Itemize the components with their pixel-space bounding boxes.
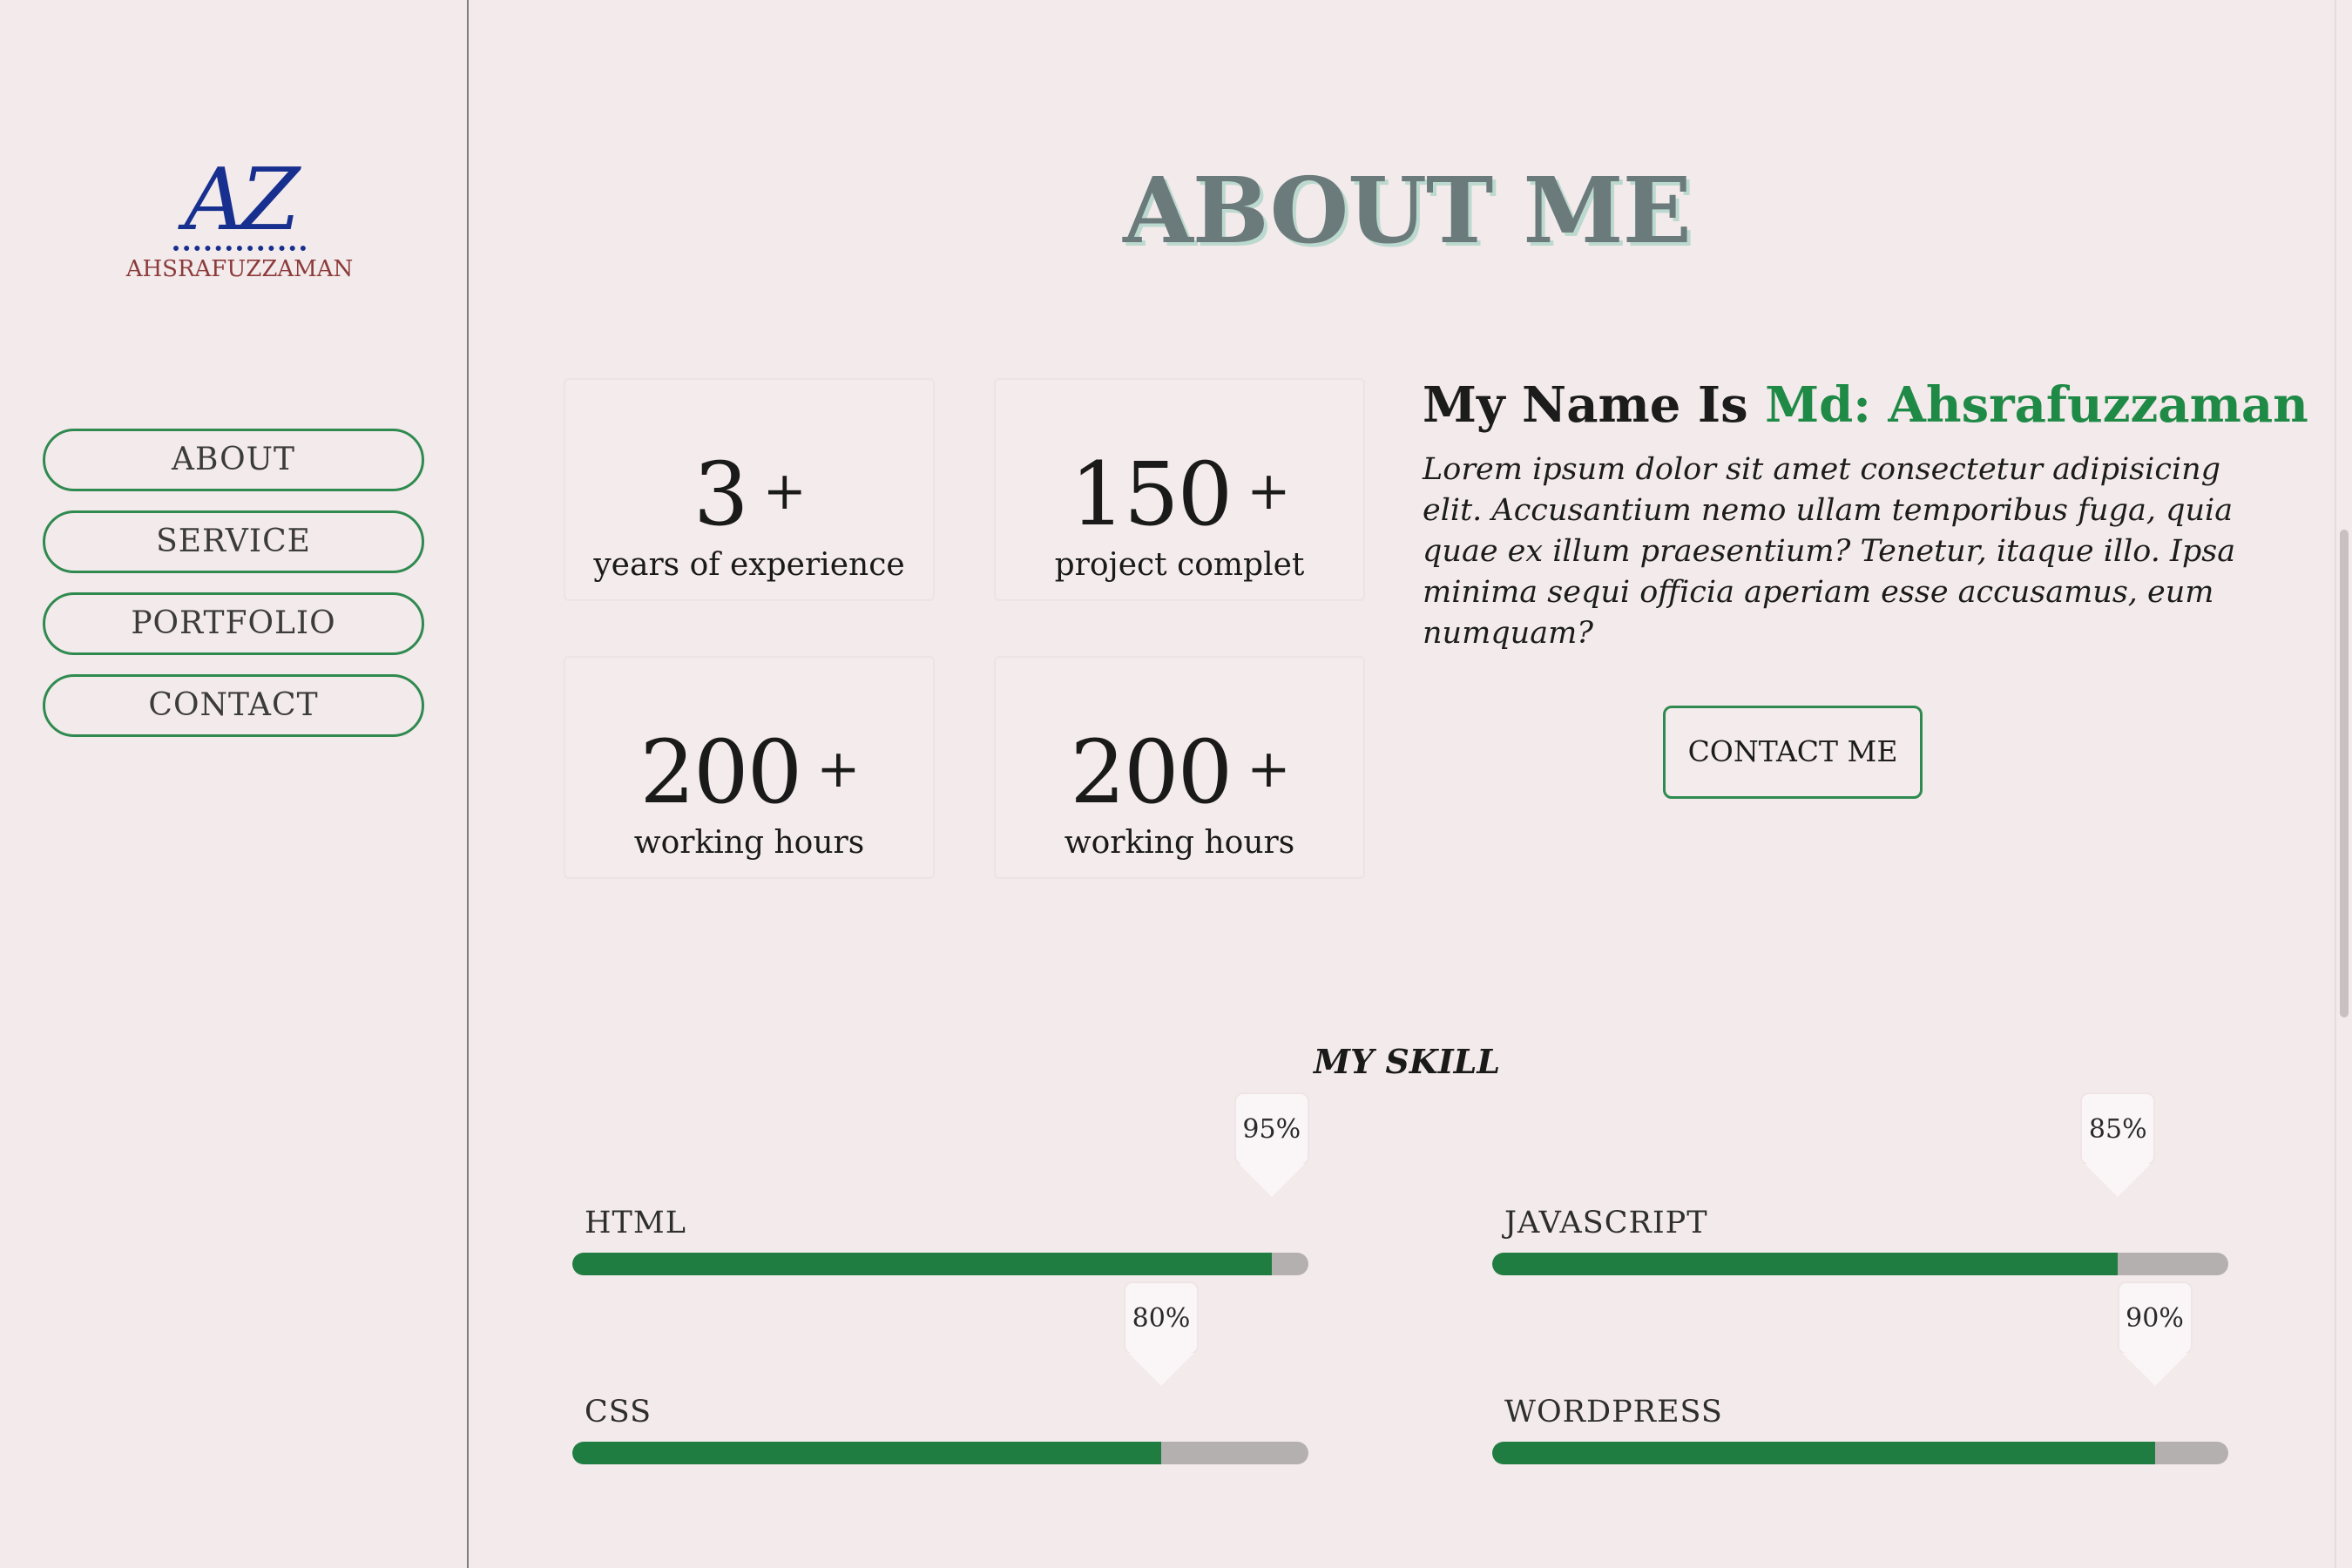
logo[interactable]: AZ AHSRAFUZZAMAN bbox=[113, 157, 366, 296]
skill-progress-bar bbox=[1492, 1253, 2228, 1275]
page-title: ABOUT ME bbox=[1123, 157, 1692, 264]
skills-heading: MY SKILL bbox=[1313, 1042, 1501, 1081]
intro-section: My Name Is Md: Ahsrafuzzaman Lorem ipsum… bbox=[1423, 376, 2308, 654]
page: AZ AHSRAFUZZAMAN ABOUT SERVICE PORTFOLIO… bbox=[0, 0, 2352, 1568]
stat-number: 200 bbox=[639, 721, 802, 823]
stat-label: working hours bbox=[633, 825, 865, 861]
stat-label: working hours bbox=[1064, 825, 1295, 861]
skill-progress-bar bbox=[572, 1253, 1308, 1275]
stat-card: 150 + project complet bbox=[994, 378, 1365, 601]
skill-percent-tooltip: 85% bbox=[2080, 1092, 2156, 1166]
logo-mark: AZ bbox=[184, 151, 301, 250]
nav-item-service[interactable]: SERVICE bbox=[43, 510, 424, 573]
stat-suffix: + bbox=[1247, 461, 1290, 522]
stat-card: 200 + working hours bbox=[994, 656, 1365, 879]
intro-name: Md: Ahsrafuzzaman bbox=[1765, 376, 2308, 434]
contact-me-button[interactable]: CONTACT ME bbox=[1663, 706, 1923, 799]
vertical-scrollbar[interactable] bbox=[2335, 0, 2352, 1568]
skill-progress-bar bbox=[1492, 1442, 2228, 1464]
intro-paragraph: Lorem ipsum dolor sit amet consectetur a… bbox=[1423, 452, 2236, 651]
skill-progress-fill bbox=[1492, 1442, 2155, 1464]
skill-progress-fill bbox=[572, 1442, 1161, 1464]
skill-css: CSS 80% bbox=[572, 1281, 1308, 1490]
stat-value: 200 + bbox=[996, 726, 1363, 816]
stat-number: 150 bbox=[1070, 443, 1233, 545]
sidebar-nav: ABOUT SERVICE PORTFOLIO CONTACT bbox=[43, 429, 424, 756]
stat-number: 3 bbox=[693, 443, 749, 545]
skill-progress-fill bbox=[572, 1253, 1272, 1275]
skill-progress-bar bbox=[572, 1442, 1308, 1464]
nav-item-contact[interactable]: CONTACT bbox=[43, 674, 424, 737]
stat-card: 3 + years of experience bbox=[564, 378, 935, 601]
stat-suffix: + bbox=[816, 739, 860, 800]
intro-heading: My Name Is Md: Ahsrafuzzaman bbox=[1423, 376, 2308, 434]
skill-progress-fill bbox=[1492, 1253, 2119, 1275]
skill-percent-tooltip: 90% bbox=[2117, 1281, 2193, 1355]
intro-prefix: My Name Is bbox=[1423, 376, 1766, 434]
skill-percent-tooltip: 80% bbox=[1124, 1281, 1199, 1355]
stat-card: 200 + working hours bbox=[564, 656, 935, 879]
skill-name: HTML bbox=[585, 1206, 686, 1240]
stat-label: project complet bbox=[1054, 547, 1305, 583]
stat-suffix: + bbox=[762, 461, 807, 522]
stat-value: 3 + bbox=[565, 448, 933, 538]
logo-name: AHSRAFUZZAMAN bbox=[125, 256, 354, 282]
skill-name: CSS bbox=[585, 1395, 652, 1429]
scrollbar-thumb[interactable] bbox=[2340, 530, 2349, 1017]
skill-name: JAVASCRIPT bbox=[1504, 1206, 1708, 1240]
stat-value: 200 + bbox=[565, 726, 933, 816]
main-content: ABOUT ME 3 + years of experience 150 + pro… bbox=[470, 0, 2352, 1568]
stat-value: 150 + bbox=[996, 448, 1363, 538]
skill-name: WORDPRESS bbox=[1504, 1395, 1723, 1429]
stat-number: 200 bbox=[1070, 721, 1233, 823]
nav-item-about[interactable]: ABOUT bbox=[43, 429, 424, 491]
skill-percent-tooltip: 95% bbox=[1233, 1092, 1309, 1166]
skill-wordpress: WORDPRESS 90% bbox=[1492, 1281, 2228, 1490]
nav-item-portfolio[interactable]: PORTFOLIO bbox=[43, 592, 424, 655]
sidebar: AZ AHSRAFUZZAMAN ABOUT SERVICE PORTFOLIO… bbox=[0, 0, 469, 1568]
stat-suffix: + bbox=[1247, 739, 1290, 800]
stat-label: years of experience bbox=[593, 547, 905, 583]
